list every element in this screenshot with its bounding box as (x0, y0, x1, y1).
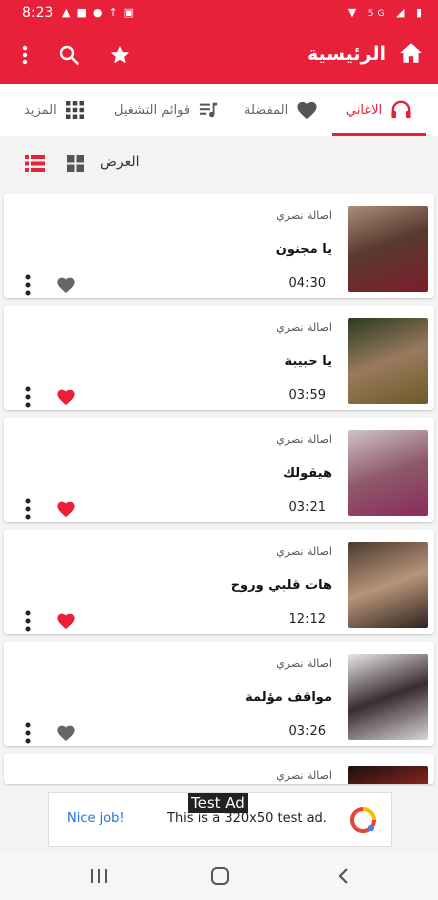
song-artist: اصالة نصري (276, 321, 332, 334)
song-title: يا حبيبة (284, 354, 332, 369)
app-bar: الرئيسية (0, 28, 438, 84)
song-card[interactable]: اصالة نصري هيقولك 03:21 (4, 418, 434, 522)
more-vert-icon[interactable] (24, 722, 32, 744)
tab-songs[interactable]: الاغاني (332, 84, 426, 136)
signal-icon: ◢ (395, 6, 409, 19)
song-title: هات قلبي وروح (230, 578, 332, 593)
system-nav-bar (0, 852, 438, 900)
search-icon (59, 45, 79, 65)
tab-label: المفضلة (244, 102, 289, 118)
wifi-icon: ▼ (347, 6, 361, 19)
grid-icon (65, 101, 84, 119)
heart-icon (297, 101, 317, 120)
battery-icon: ▮ (415, 6, 426, 19)
more-vert-icon (22, 45, 28, 65)
song-artist: اصالة نصري (276, 545, 332, 558)
back-chevron-icon (338, 868, 348, 884)
view-label: العرض (100, 154, 140, 170)
status-bar: 8:23 ▲■●↑▣ ▼ 5G ◢ ▮ (0, 0, 438, 28)
album-thumbnail (348, 766, 428, 784)
song-title: مواقف مؤلمة (245, 690, 332, 705)
home-circle-icon (211, 867, 229, 885)
song-duration: 03:26 (288, 724, 326, 739)
overflow-menu-button[interactable] (10, 40, 40, 70)
tab-more[interactable]: المزيد (24, 84, 85, 136)
song-card[interactable]: اصالة نصري يا حبيبة 03:59 (4, 306, 434, 410)
ad-text: This is a 320x50 test ad. (167, 811, 327, 826)
album-thumbnail (348, 542, 428, 628)
song-artist: اصالة نصري (276, 657, 332, 670)
tab-label: الاغاني (345, 102, 383, 118)
more-vert-icon[interactable] (24, 386, 32, 408)
song-artist: اصالة نصري (276, 433, 332, 446)
song-duration: 12:12 (288, 612, 326, 627)
tab-favorites[interactable]: المفضلة (244, 84, 318, 136)
playlist-icon (199, 102, 218, 118)
recents-icon (91, 869, 107, 883)
heart-icon[interactable] (56, 388, 76, 406)
star-icon (110, 45, 130, 64)
album-thumbnail (348, 206, 428, 292)
home-nav-button[interactable] (206, 864, 234, 888)
search-button[interactable] (54, 40, 84, 70)
more-vert-icon[interactable] (24, 610, 32, 632)
admob-logo-icon (350, 807, 376, 833)
list-view-icon[interactable] (25, 155, 45, 172)
page-title: الرئيسية (307, 43, 386, 65)
song-title: هيقولك (283, 466, 332, 481)
album-thumbnail (348, 430, 428, 516)
song-card[interactable]: اصالة نصري مواقف مؤلمة 03:26 (4, 642, 434, 746)
view-mode-bar: العرض (0, 136, 438, 192)
notification-icons: ▲■●↑▣ (62, 6, 141, 19)
album-thumbnail (348, 318, 428, 404)
back-nav-button[interactable] (330, 864, 356, 888)
song-artist: اصالة نصري (276, 769, 332, 782)
test-ad-tag: Test Ad (188, 793, 248, 813)
song-title: يا مجنون (275, 242, 332, 257)
heart-icon[interactable] (56, 724, 76, 742)
tab-label: قوائم التشغيل (114, 102, 191, 118)
system-icons: ▼ 5G ◢ ▮ (348, 6, 426, 19)
song-card[interactable]: اصالة نصري يا مجنون 04:30 (4, 194, 434, 298)
favorites-star-button[interactable] (105, 40, 135, 70)
song-duration: 03:21 (288, 500, 326, 515)
more-vert-icon[interactable] (24, 498, 32, 520)
song-duration: 04:30 (288, 276, 326, 291)
song-duration: 03:59 (288, 388, 326, 403)
tab-playlists[interactable]: قوائم التشغيل (114, 84, 220, 136)
album-thumbnail (348, 654, 428, 740)
home-icon[interactable] (398, 40, 424, 66)
tab-label: المزيد (24, 102, 57, 118)
grid-view-icon[interactable] (67, 155, 84, 172)
recent-apps-button[interactable] (86, 864, 112, 888)
status-time: 8:23 (22, 5, 54, 21)
song-artist: اصالة نصري (276, 209, 332, 222)
heart-icon[interactable] (56, 500, 76, 518)
more-vert-icon[interactable] (24, 274, 32, 296)
ad-cta[interactable]: Nice job! (67, 811, 125, 826)
network-label: 5G (367, 9, 389, 19)
heart-icon[interactable] (56, 276, 76, 294)
song-card[interactable]: اصالة نصري (4, 754, 434, 784)
headphones-icon (391, 100, 411, 119)
song-card[interactable]: اصالة نصري هات قلبي وروح 12:12 (4, 530, 434, 634)
tab-bar: الاغاني المفضلة قوائم التشغيل المزيد (0, 84, 438, 136)
heart-icon[interactable] (56, 612, 76, 630)
